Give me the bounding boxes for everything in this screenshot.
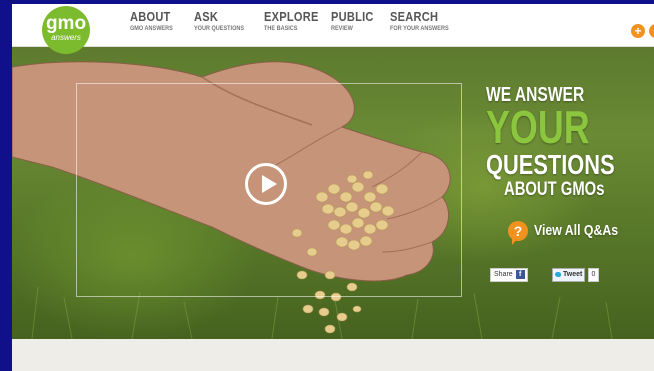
nav-public-subtitle: REVIEW	[331, 25, 353, 32]
content-area	[12, 339, 654, 371]
hero-heading-line-4: ABOUT GMOs	[504, 179, 605, 200]
question-icon[interactable]: ?	[508, 221, 528, 245]
site-header: gmo answers ABOUT GMO ANSWERS ASK YOUR Q…	[12, 4, 654, 54]
share-label: Share	[494, 271, 513, 278]
plus-icon[interactable]: +	[631, 24, 645, 38]
nav-about-subtitle: GMO ANSWERS	[130, 25, 173, 32]
hero-heading-line-3: QUESTIONS	[486, 149, 615, 180]
logo-main-text: gmo	[45, 13, 87, 34]
view-all-qas-link[interactable]: View All Q&As	[534, 221, 618, 241]
gmo-answers-logo[interactable]: gmo answers	[42, 6, 90, 54]
nav-about-title: ABOUT	[130, 9, 171, 24]
nav-ask-subtitle: YOUR QUESTIONS	[194, 25, 245, 32]
nav-explore[interactable]: EXPLORE THE BASICS	[264, 10, 328, 40]
logo-sub-text: answers	[51, 33, 81, 42]
page-frame: gmo answers ABOUT GMO ANSWERS ASK YOUR Q…	[12, 4, 654, 371]
tweet-count: 0	[588, 268, 599, 282]
hero-heading-line-2: YOUR	[486, 101, 590, 153]
nav-search-title: SEARCH	[390, 9, 439, 24]
nav-explore-title: EXPLORE	[264, 9, 319, 24]
nav-public[interactable]: PUBLIC REVIEW	[331, 10, 381, 40]
facebook-icon: f	[515, 269, 525, 279]
nav-explore-subtitle: THE BASICS	[264, 25, 298, 32]
nav-about[interactable]: ABOUT GMO ANSWERS	[130, 10, 180, 40]
facebook-share-button[interactable]: Share f	[490, 268, 528, 282]
twitter-bird-icon	[555, 271, 561, 277]
plus-icon-secondary[interactable]	[649, 24, 654, 38]
hero-banner: WE ANSWER YOUR QUESTIONS ABOUT GMOs ? Vi…	[12, 47, 654, 339]
nav-public-title: PUBLIC	[331, 9, 374, 24]
tweet-label: Tweet	[563, 271, 583, 278]
nav-search[interactable]: SEARCH FOR YOUR ANSWERS	[390, 10, 459, 40]
nav-ask-title: ASK	[194, 9, 219, 24]
tweet-button[interactable]: Tweet	[552, 268, 586, 282]
play-icon[interactable]	[245, 163, 287, 205]
nav-ask[interactable]: ASK YOUR QUESTIONS	[194, 10, 253, 40]
nav-search-subtitle: FOR YOUR ANSWERS	[390, 25, 449, 32]
